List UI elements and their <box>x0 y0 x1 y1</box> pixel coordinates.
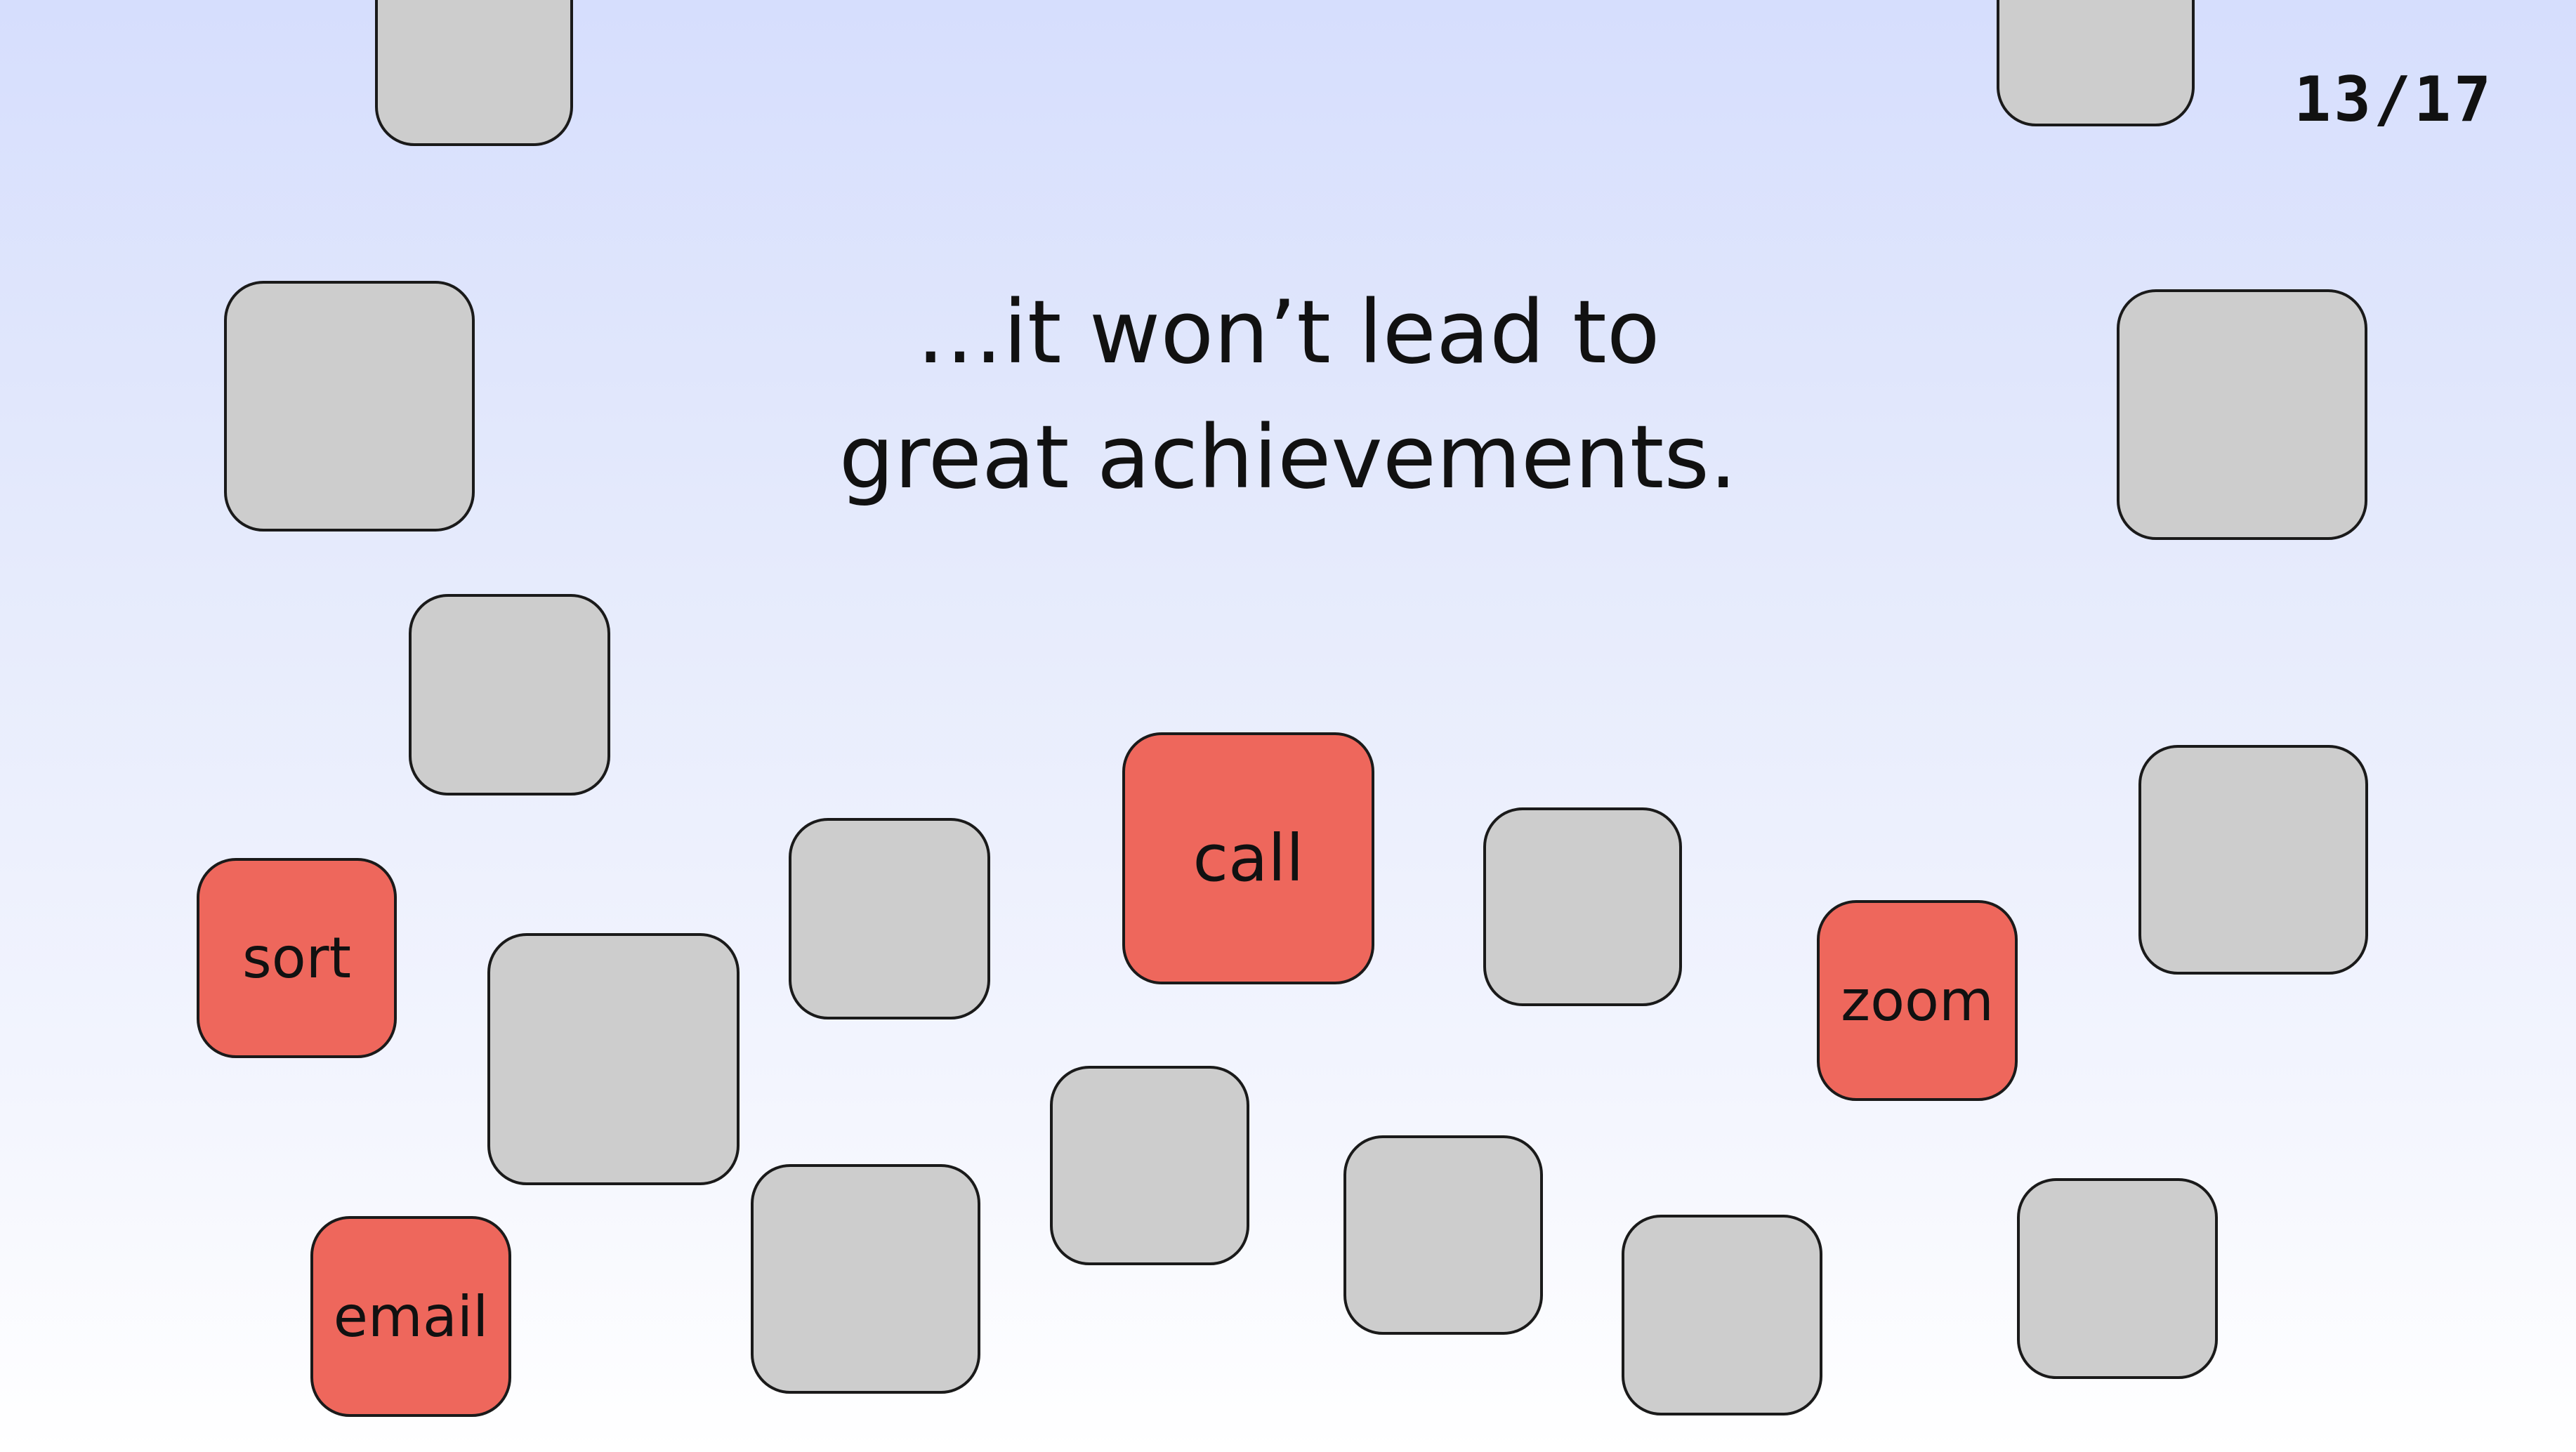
tile-gray[interactable] <box>1050 1066 1249 1265</box>
tile-gray[interactable] <box>751 1164 980 1394</box>
tile-gray[interactable] <box>1483 807 1682 1006</box>
tile-call-label: call <box>1192 821 1304 896</box>
tile-gray[interactable] <box>487 933 740 1185</box>
tile-gray[interactable] <box>1622 1215 1822 1415</box>
headline: …it won’t lead to great achievements. <box>702 270 1874 520</box>
tile-gray[interactable] <box>224 281 475 532</box>
tile-gray[interactable] <box>1997 0 2195 126</box>
headline-line-1: …it won’t lead to <box>916 282 1660 383</box>
tile-zoom[interactable]: zoom <box>1817 900 2018 1101</box>
tile-gray[interactable] <box>2017 1178 2218 1379</box>
tile-gray[interactable] <box>375 0 573 146</box>
tile-sort[interactable]: sort <box>197 858 397 1058</box>
tile-email-label: email <box>333 1283 489 1349</box>
tile-sort-label: sort <box>242 925 351 991</box>
tile-zoom-label: zoom <box>1841 968 1994 1034</box>
tile-gray[interactable] <box>1343 1135 1543 1335</box>
page-counter: 13/17 <box>2294 63 2494 136</box>
headline-line-2: great achievements. <box>839 407 1737 508</box>
tile-gray[interactable] <box>409 594 610 796</box>
tile-gray[interactable] <box>789 818 990 1019</box>
tile-email[interactable]: email <box>310 1216 511 1417</box>
tile-gray[interactable] <box>2138 745 2368 975</box>
tile-call[interactable]: call <box>1122 732 1374 984</box>
tile-gray[interactable] <box>2117 289 2367 540</box>
